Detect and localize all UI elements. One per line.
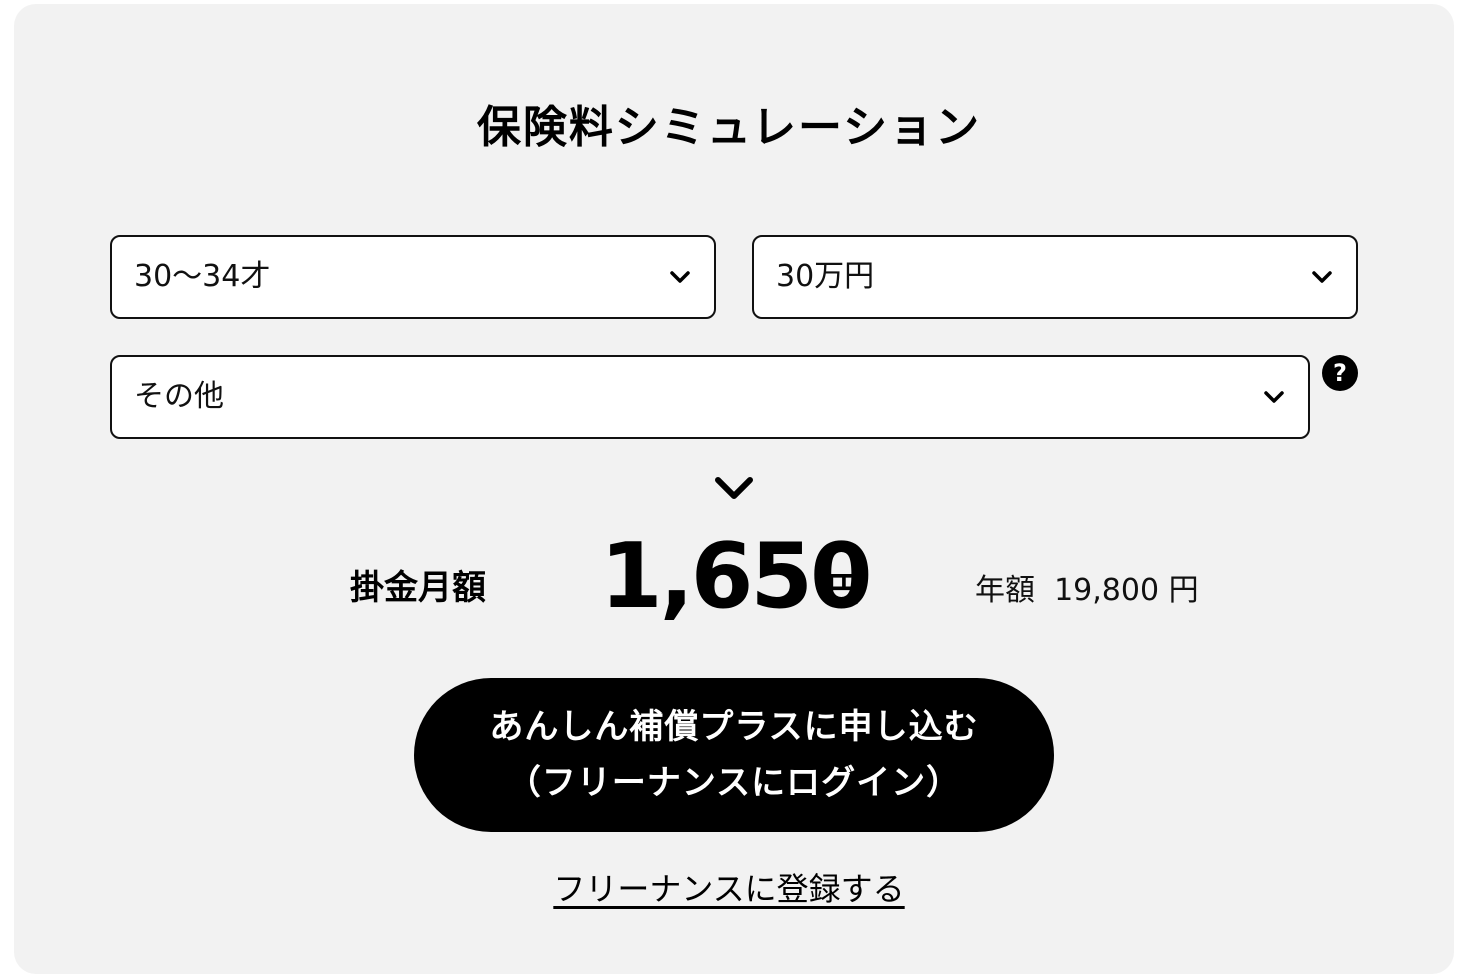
register-link-row: フリーナンスに登録する	[0, 864, 1458, 914]
chevron-down-icon	[670, 271, 690, 283]
occupation-select[interactable]: その他	[110, 355, 1310, 439]
monthly-premium-label: 掛金月額	[350, 568, 486, 608]
occupation-select-value: その他	[134, 379, 224, 414]
monthly-premium-unit: 円	[827, 570, 861, 610]
chevron-down-icon	[1264, 391, 1284, 403]
apply-button-sublabel: （フリーナンスにログイン）	[506, 763, 962, 803]
result-chevron-down-icon	[715, 477, 753, 499]
apply-button-label: あんしん補償プラスに申し込む	[489, 707, 979, 747]
age-select-value: 30〜34才	[134, 259, 271, 294]
amount-select[interactable]: 30万円	[752, 235, 1358, 319]
register-link[interactable]: フリーナンスに登録する	[553, 870, 904, 908]
amount-select-value: 30万円	[776, 259, 875, 294]
apply-login-button[interactable]: あんしん補償プラスに申し込む （フリーナンスにログイン）	[414, 678, 1054, 832]
page-title: 保険料シミュレーション	[476, 102, 982, 153]
annual-premium-text: 年額 19,800 円	[975, 573, 1199, 608]
help-question-icon[interactable]: ?	[1322, 355, 1358, 391]
chevron-down-icon	[1312, 271, 1332, 283]
age-select[interactable]: 30〜34才	[110, 235, 716, 319]
